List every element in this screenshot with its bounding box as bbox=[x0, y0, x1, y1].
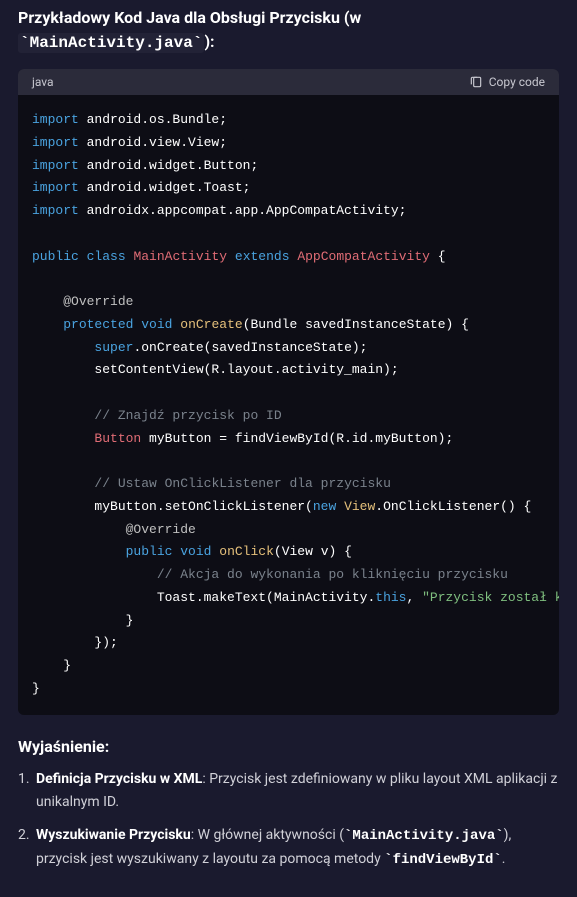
copy-code-button[interactable]: Copy code bbox=[469, 75, 545, 89]
list-item: Wyszukiwanie Przycisku: W głównej aktywn… bbox=[18, 824, 559, 872]
code-header: java Copy code bbox=[18, 69, 559, 95]
list-item-term: Definicja Przycisku w XML bbox=[36, 771, 202, 787]
section-heading: Przykładowy Kod Java dla Obsługi Przycis… bbox=[18, 0, 559, 55]
inline-code: `MainActivity.java` bbox=[344, 828, 504, 844]
code-block: java Copy code import android.os.Bundle;… bbox=[18, 69, 559, 715]
heading-code: `MainActivity.java` bbox=[18, 33, 204, 53]
code-lang-label: java bbox=[32, 75, 54, 89]
copy-code-label: Copy code bbox=[489, 75, 545, 89]
explanation-heading: Wyjaśnienie: bbox=[18, 737, 559, 756]
code-content[interactable]: import android.os.Bundle; import android… bbox=[18, 95, 559, 715]
explanation-list: Definicja Przycisku w XML: Przycisk jest… bbox=[12, 768, 559, 872]
list-item-term: Wyszukiwanie Przycisku bbox=[36, 827, 191, 843]
heading-text: Przykładowy Kod Java dla Obsługi Przycis… bbox=[18, 8, 361, 27]
clipboard-icon bbox=[469, 75, 483, 89]
list-item: Definicja Przycisku w XML: Przycisk jest… bbox=[18, 768, 559, 814]
heading-suffix: ): bbox=[204, 32, 214, 51]
inline-code: `findViewById` bbox=[384, 852, 502, 868]
